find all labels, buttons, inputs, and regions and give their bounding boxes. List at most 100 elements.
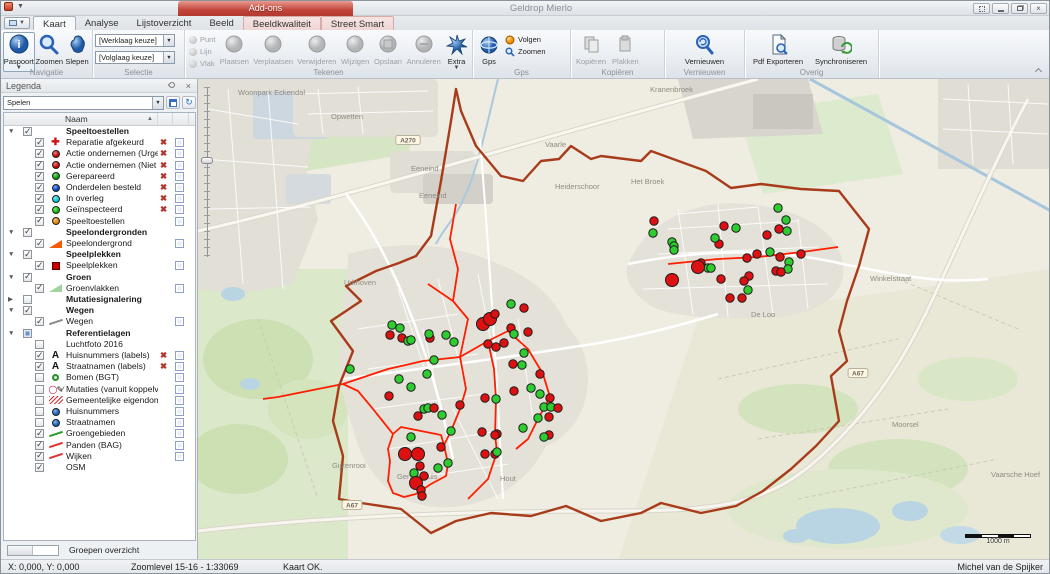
map-marker-green[interactable]	[540, 433, 548, 441]
synchroniseren-button[interactable]: Synchroniseren	[809, 32, 873, 68]
map-marker-green[interactable]	[407, 336, 415, 344]
legend-checkbox[interactable]	[35, 362, 44, 371]
tab-beeldkwaliteit[interactable]: Beeldkwaliteit	[243, 16, 321, 30]
map-marker-green[interactable]	[670, 246, 678, 254]
zoom-slider-handle[interactable]	[201, 157, 213, 164]
map-marker-red[interactable]	[456, 401, 464, 409]
legend-checkbox[interactable]	[23, 127, 32, 136]
layer-detail-button[interactable]	[175, 373, 184, 382]
delete-layer-button[interactable]: ✖	[160, 193, 167, 204]
map-marker-green[interactable]	[444, 459, 452, 467]
map-marker-green[interactable]	[782, 216, 790, 224]
layer-detail-button[interactable]	[175, 161, 184, 170]
map-marker-green[interactable]	[396, 324, 404, 332]
legend-checkbox[interactable]	[35, 149, 44, 158]
legend-tree-header[interactable]: Naam ▲	[4, 113, 195, 126]
map-marker-green[interactable]	[711, 234, 719, 242]
layer-detail-button[interactable]	[175, 385, 184, 394]
layer-detail-button[interactable]	[175, 351, 184, 360]
legend-row[interactable]: ✚Reparatie afgekeurd✖	[4, 137, 195, 148]
legend-filter-dropdown[interactable]: Spelen ▼	[3, 96, 164, 110]
legend-row[interactable]: In overleg✖	[4, 193, 195, 204]
legend-row[interactable]: Onderdelen besteld✖	[4, 182, 195, 193]
legend-checkbox[interactable]	[35, 217, 44, 226]
layer-detail-button[interactable]	[175, 418, 184, 427]
legend-checkbox[interactable]	[35, 284, 44, 293]
map-marker-red[interactable]	[666, 274, 679, 287]
legend-row[interactable]: Actie ondernemen (Urgent 1/2)✖	[4, 148, 195, 159]
legend-checkbox[interactable]	[35, 418, 44, 427]
layer-detail-button[interactable]	[175, 194, 184, 203]
map-marker-red[interactable]	[386, 331, 394, 339]
legend-row[interactable]: Wegen	[4, 316, 195, 327]
map-marker-red[interactable]	[478, 428, 486, 436]
legend-row[interactable]: Geïnspecteerd✖	[4, 204, 195, 215]
map-marker-red[interactable]	[743, 254, 751, 262]
layer-detail-button[interactable]	[175, 429, 184, 438]
legend-row[interactable]: Wijken	[4, 451, 195, 462]
map-marker-red[interactable]	[720, 222, 728, 230]
delete-layer-button[interactable]: ✖	[160, 160, 167, 171]
app-menu-button[interactable]: ▼	[4, 17, 30, 29]
layer-detail-button[interactable]	[175, 407, 184, 416]
map-marker-red[interactable]	[481, 394, 489, 402]
layer-detail-button[interactable]	[175, 138, 184, 147]
legend-checkbox[interactable]	[35, 452, 44, 461]
map-marker-red[interactable]	[726, 294, 734, 302]
expander-open-icon[interactable]: ▼	[8, 227, 14, 238]
legend-row[interactable]: Gemeentelijke eigendommen	[4, 395, 195, 406]
map-marker-green[interactable]	[520, 349, 528, 357]
map-marker-red[interactable]	[776, 253, 784, 261]
expander-open-icon[interactable]: ▼	[8, 305, 14, 316]
volgen-button[interactable]: Volgen	[503, 34, 548, 45]
map-marker-green[interactable]	[732, 224, 740, 232]
map-marker-red[interactable]	[416, 462, 424, 470]
layer-detail-button[interactable]	[175, 239, 184, 248]
map-marker-red[interactable]	[777, 268, 785, 276]
map-marker-red[interactable]	[510, 387, 518, 395]
layer-detail-button[interactable]	[175, 205, 184, 214]
legend-checkbox[interactable]	[35, 429, 44, 438]
legend-checkbox[interactable]	[35, 183, 44, 192]
map-marker-red[interactable]	[524, 328, 532, 336]
legend-checkbox[interactable]	[35, 373, 44, 382]
map-marker-green[interactable]	[492, 395, 500, 403]
map-canvas[interactable]: Woonpark EckendalOpwettenEeneindEeneindK…	[198, 79, 1050, 561]
legend-row[interactable]: Panden (BAG)	[4, 440, 195, 451]
plakken-button[interactable]: Plakken	[609, 32, 642, 68]
expander-open-icon[interactable]: ▼	[8, 272, 14, 283]
fullscreen-button[interactable]	[973, 3, 990, 14]
legend-checkbox[interactable]	[35, 172, 44, 181]
legend-checkbox[interactable]	[23, 295, 32, 304]
map-marker-red[interactable]	[520, 304, 528, 312]
map-marker-green[interactable]	[649, 229, 657, 237]
map-zoom-slider[interactable]	[201, 87, 213, 257]
legend-row[interactable]: ◯✎∕Mutaties (vanuit koppelvlak)	[4, 384, 195, 395]
delete-layer-button[interactable]: ✖	[160, 204, 167, 215]
expander-open-icon[interactable]: ▼	[8, 249, 14, 260]
layer-detail-button[interactable]	[175, 452, 184, 461]
legend-checkbox[interactable]	[35, 317, 44, 326]
legend-checkbox[interactable]	[35, 138, 44, 147]
lijn-option[interactable]: Lijn	[187, 46, 217, 57]
punt-option[interactable]: Punt	[187, 34, 217, 45]
map-marker-green[interactable]	[507, 300, 515, 308]
map-marker-green[interactable]	[395, 375, 403, 383]
legend-checkbox[interactable]	[35, 205, 44, 214]
zoomen-button[interactable]: Zoomen	[35, 32, 64, 68]
legend-row[interactable]: Actie ondernemen (Niet urgen...✖	[4, 160, 195, 171]
map-marker-red[interactable]	[753, 250, 761, 258]
werklaag-dropdown[interactable]: [Werklaag keuze] ▼	[95, 34, 175, 47]
legend-row[interactable]: Luchtfoto 2016	[4, 339, 195, 350]
map-view[interactable]: Woonpark EckendalOpwettenEeneindEeneindK…	[198, 79, 1050, 561]
map-marker-green[interactable]	[707, 264, 715, 272]
map-marker-red[interactable]	[399, 448, 412, 461]
map-marker-red[interactable]	[492, 343, 500, 351]
map-marker-green[interactable]	[407, 383, 415, 391]
map-marker-red[interactable]	[481, 450, 489, 458]
legend-row[interactable]: ▼Referentielagen	[4, 328, 195, 339]
ribbon-collapse-icon[interactable]	[1036, 67, 1043, 74]
map-marker-green[interactable]	[766, 248, 774, 256]
restore-button[interactable]	[1011, 3, 1028, 14]
legend-checkbox[interactable]	[23, 273, 32, 282]
